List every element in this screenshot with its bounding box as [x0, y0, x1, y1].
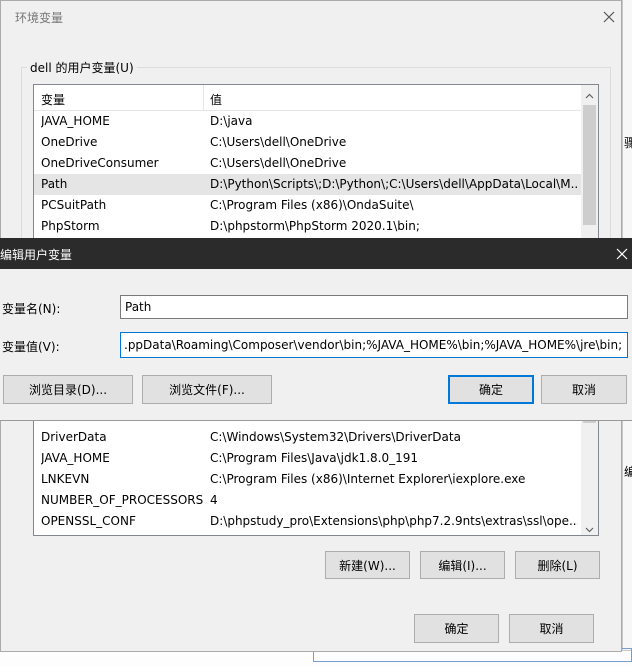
edit-cancel-button[interactable]: 取消	[541, 375, 627, 404]
table-row[interactable]: OneDrive C:\Users\dell\OneDrive	[34, 132, 582, 153]
variable-value-cell: C:\Windows\System32\Drivers\DriverData	[210, 430, 461, 444]
ok-button[interactable]: 确定	[414, 614, 499, 643]
variable-name-cell: OneDrive	[41, 135, 98, 149]
variable-value-cell: D:\phpstorm\PhpStorm 2020.1\bin;	[210, 219, 420, 233]
system-list-scrollbar[interactable]	[581, 407, 598, 535]
variable-name-cell: OPENSSL_CONF	[41, 514, 136, 528]
variable-value-cell: C:\Program Files\Java\jdk1.8.0_191	[210, 451, 419, 465]
table-row[interactable]: DriverData C:\Windows\System32\Drivers\Dr…	[34, 427, 582, 448]
table-row[interactable]: PhpStorm D:\phpstorm\PhpStorm 2020.1\bin;	[34, 216, 582, 237]
variable-name-cell: NUMBER_OF_PROCESSORS	[41, 493, 204, 507]
variable-name-cell: PCSuitPath	[41, 198, 107, 212]
scroll-thumb[interactable]	[583, 105, 596, 225]
env-dialog-title: 环境变量	[15, 11, 64, 25]
table-row[interactable]: OPENSSL_CONF D:\phpstudy_pro\Extensions\p…	[34, 511, 582, 532]
cancel-button[interactable]: 取消	[509, 614, 594, 643]
variable-value-cell: D:\Python\Scripts\;D:\Python\;C:\Users\d…	[210, 177, 578, 191]
edit-button[interactable]: 编辑(I)...	[420, 551, 505, 579]
user-list-scrollbar[interactable]	[581, 85, 598, 243]
variable-value-label: 变量值(V):	[2, 340, 60, 354]
background-edge-text: 骤	[624, 136, 632, 150]
user-vars-group-label: dell 的用户变量(U)	[27, 59, 137, 76]
browse-directory-button[interactable]: 浏览目录(D)...	[3, 375, 133, 404]
column-header-name[interactable]: 变量	[41, 91, 201, 108]
variable-value-cell: C:\Users\dell\OneDrive	[210, 135, 347, 149]
variable-value-cell: C:\Program Files (x86)\OndaSuite\	[210, 198, 414, 212]
variable-name-cell: JAVA_HOME	[41, 451, 110, 465]
variable-value-cell: C:\Program Files (x86)\Internet Explorer…	[210, 472, 526, 486]
variable-name-cell: Path	[41, 177, 68, 191]
variable-value-cell: D:\phpstudy_pro\Extensions\php\php7.2.9n…	[210, 514, 578, 528]
scroll-up-icon[interactable]	[585, 90, 594, 99]
variable-value-cell: D:\java	[210, 114, 253, 128]
delete-button[interactable]: 删除(L)	[515, 551, 600, 579]
close-icon[interactable]	[614, 246, 630, 262]
variable-value-cell: C:\Users\dell\OneDrive	[210, 156, 347, 170]
table-row[interactable]: PCSuitPath C:\Program Files (x86)\OndaSui…	[34, 195, 582, 216]
new-button[interactable]: 新建(W)...	[325, 551, 410, 579]
table-row[interactable]: LNKEVN C:\Program Files (x86)\Internet Ex…	[34, 469, 582, 490]
edit-ok-button[interactable]: 确定	[448, 375, 534, 404]
variable-name-cell: LNKEVN	[41, 472, 90, 486]
variable-name-cell: OneDriveConsumer	[41, 156, 159, 170]
user-vars-list[interactable]: 变量 值 JAVA_HOME D:\java OneDrive C:\Users\de…	[33, 84, 599, 244]
edit-dialog-titlebar: 编辑用户变量	[0, 238, 632, 269]
close-icon[interactable]	[599, 7, 619, 27]
column-divider	[203, 85, 204, 111]
variable-name-cell: JAVA_HOME	[41, 114, 110, 128]
edit-dialog-title: 编辑用户变量	[0, 248, 73, 262]
table-row[interactable]: Path D:\Python\Scripts\;D:\Python\;C:\Use…	[34, 174, 582, 195]
column-header-value[interactable]: 值	[210, 91, 510, 108]
system-vars-list[interactable]: DriverData C:\Windows\System32\Drivers\Dr…	[33, 406, 599, 536]
variable-name-label: 变量名(N):	[2, 302, 61, 316]
variable-name-input[interactable]	[120, 295, 628, 319]
edit-variable-dialog: 编辑用户变量 变量名(N): 变量值(V): 浏览目录(D)... 浏览文件(F…	[0, 238, 632, 421]
table-row[interactable]: JAVA_HOME D:\java	[34, 111, 582, 132]
background-edge-text: 编	[624, 465, 632, 479]
table-row[interactable]: NUMBER_OF_PROCESSORS 4	[34, 490, 582, 511]
variable-value-cell: 4	[210, 493, 218, 507]
user-vars-header: 变量 值	[34, 85, 582, 111]
table-row[interactable]: JAVA_HOME C:\Program Files\Java\jdk1.8.0_…	[34, 448, 582, 469]
table-row[interactable]: OneDriveConsumer C:\Users\dell\OneDrive	[34, 153, 582, 174]
variable-value-input[interactable]	[120, 332, 628, 358]
scroll-down-icon[interactable]	[585, 523, 594, 533]
variable-name-cell: PhpStorm	[41, 219, 100, 233]
variable-name-cell: DriverData	[41, 430, 107, 444]
browse-file-button[interactable]: 浏览文件(F)...	[142, 375, 272, 404]
